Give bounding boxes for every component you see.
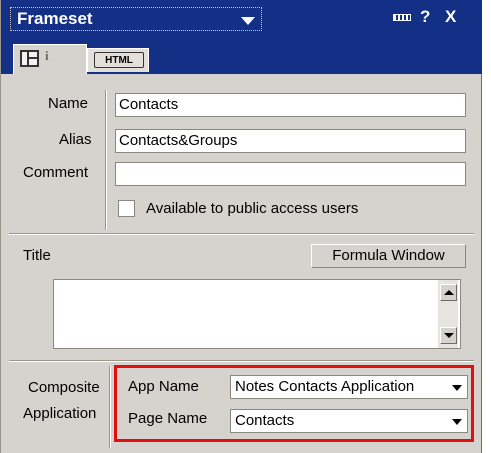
- chevron-down-icon: [452, 419, 462, 425]
- composite-label: Composite: [28, 379, 100, 396]
- dropdown-arrow-icon[interactable]: [241, 17, 255, 25]
- minimize-icon[interactable]: [393, 14, 411, 21]
- page-name-value: Contacts: [235, 412, 295, 429]
- info-icon: i: [45, 48, 49, 63]
- name-label: Name: [48, 95, 89, 112]
- arrow-up-icon: [444, 290, 454, 295]
- scroll-down-button[interactable]: [440, 327, 457, 344]
- chevron-down-icon: [452, 385, 462, 391]
- help-icon[interactable]: ?: [420, 7, 430, 27]
- alias-input[interactable]: Contacts&Groups: [115, 129, 466, 153]
- column-divider: [109, 366, 111, 448]
- app-name-label: App Name: [128, 378, 199, 395]
- comment-input[interactable]: [115, 162, 466, 186]
- page-name-label: Page Name: [128, 410, 208, 427]
- public-access-checkbox[interactable]: [118, 200, 135, 217]
- tab-strip: i HTML: [1, 36, 482, 74]
- application-label: Application: [23, 405, 97, 422]
- close-icon[interactable]: X: [445, 7, 456, 27]
- property-type-selector[interactable]: Frameset: [10, 7, 262, 31]
- page-name-select[interactable]: Contacts: [230, 409, 468, 433]
- tab-frameset-info[interactable]: i: [13, 44, 87, 74]
- titlebar: Frameset ? X: [1, 0, 482, 36]
- frameset-properties-window: Frameset ? X i HTML Name Contacts Alias …: [0, 0, 482, 453]
- formula-window-button[interactable]: Formula Window: [311, 244, 466, 268]
- comment-label: Comment: [23, 164, 89, 181]
- name-input[interactable]: Contacts: [115, 93, 466, 117]
- arrow-down-icon: [444, 333, 454, 338]
- app-name-value: Notes Contacts Application: [235, 378, 415, 395]
- window-title: Frameset: [17, 9, 93, 28]
- title-formula-textarea[interactable]: [53, 279, 461, 349]
- app-name-dropdown-button[interactable]: [448, 377, 466, 397]
- scroll-up-button[interactable]: [440, 284, 457, 301]
- column-divider: [105, 90, 107, 230]
- section-divider: [9, 360, 474, 362]
- public-access-label: Available to public access users: [146, 200, 359, 217]
- page-name-dropdown-button[interactable]: [448, 411, 466, 431]
- app-name-select[interactable]: Notes Contacts Application: [230, 375, 468, 399]
- alias-label: Alias: [59, 131, 92, 148]
- section-divider: [9, 233, 474, 235]
- tab-html[interactable]: HTML: [87, 48, 149, 72]
- title-label: Title: [23, 247, 51, 264]
- html-tag-icon: HTML: [94, 52, 144, 68]
- frameset-icon: [20, 50, 39, 67]
